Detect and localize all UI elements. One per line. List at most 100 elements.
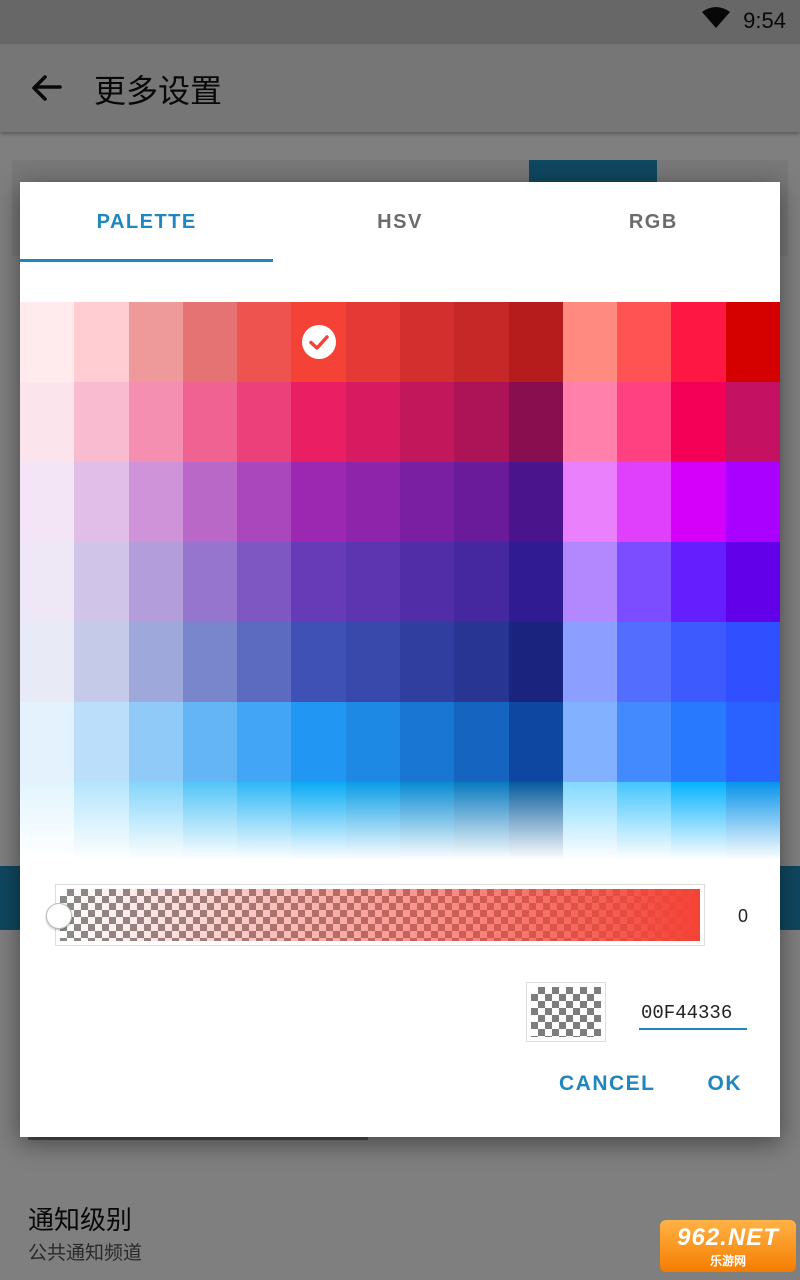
color-swatch[interactable] <box>345 462 400 542</box>
color-swatch[interactable] <box>128 702 183 782</box>
color-swatch[interactable] <box>74 782 129 860</box>
color-swatch[interactable] <box>617 702 672 782</box>
color-swatch[interactable] <box>725 302 780 382</box>
color-swatch[interactable] <box>182 622 238 702</box>
color-swatch[interactable] <box>399 462 455 542</box>
color-swatch[interactable] <box>20 702 75 782</box>
color-swatch[interactable] <box>291 462 346 542</box>
color-swatch[interactable] <box>725 782 780 860</box>
color-swatch[interactable] <box>291 302 346 382</box>
cancel-button[interactable]: CANCEL <box>559 1072 656 1096</box>
color-swatch[interactable] <box>128 382 183 462</box>
color-swatch[interactable] <box>671 462 726 542</box>
color-swatch[interactable] <box>508 302 563 382</box>
color-swatch[interactable] <box>291 702 346 782</box>
hex-input[interactable] <box>639 998 747 1030</box>
color-swatch[interactable] <box>128 542 183 622</box>
color-swatch[interactable] <box>617 622 672 702</box>
color-swatch[interactable] <box>20 462 75 542</box>
color-swatch[interactable] <box>74 302 129 382</box>
color-swatch[interactable] <box>454 462 509 542</box>
color-swatch[interactable] <box>617 462 672 542</box>
color-swatch[interactable] <box>128 302 183 382</box>
tab-rgb[interactable]: RGB <box>527 182 780 262</box>
color-swatch[interactable] <box>237 542 292 622</box>
color-swatch[interactable] <box>562 302 618 382</box>
color-swatch[interactable] <box>291 622 346 702</box>
color-swatch[interactable] <box>345 622 400 702</box>
color-swatch[interactable] <box>671 782 726 860</box>
color-swatch[interactable] <box>562 382 618 462</box>
color-swatch[interactable] <box>345 782 400 860</box>
color-swatch[interactable] <box>617 382 672 462</box>
color-swatch[interactable] <box>237 702 292 782</box>
color-swatch[interactable] <box>508 542 563 622</box>
color-swatch[interactable] <box>454 622 509 702</box>
color-swatch[interactable] <box>399 382 455 462</box>
color-swatch[interactable] <box>237 622 292 702</box>
color-swatch[interactable] <box>454 782 509 860</box>
color-swatch[interactable] <box>20 382 75 462</box>
tab-palette[interactable]: PALETTE <box>20 182 273 262</box>
color-swatch[interactable] <box>399 542 455 622</box>
color-swatch[interactable] <box>725 462 780 542</box>
color-swatch[interactable] <box>562 542 618 622</box>
color-swatch[interactable] <box>20 622 75 702</box>
color-swatch[interactable] <box>345 542 400 622</box>
color-swatch[interactable] <box>128 462 183 542</box>
color-swatch[interactable] <box>671 542 726 622</box>
color-swatch[interactable] <box>617 302 672 382</box>
color-swatch[interactable] <box>508 622 563 702</box>
color-swatch[interactable] <box>345 302 400 382</box>
color-swatch[interactable] <box>508 462 563 542</box>
color-swatch[interactable] <box>345 382 400 462</box>
alpha-slider[interactable] <box>46 884 705 946</box>
color-swatch[interactable] <box>562 782 618 860</box>
color-swatch[interactable] <box>291 782 346 860</box>
color-swatch[interactable] <box>128 782 183 860</box>
color-swatch[interactable] <box>671 302 726 382</box>
color-swatch[interactable] <box>671 622 726 702</box>
color-swatch[interactable] <box>74 702 129 782</box>
color-swatch[interactable] <box>562 702 618 782</box>
color-swatch[interactable] <box>617 542 672 622</box>
color-swatch[interactable] <box>182 542 238 622</box>
color-swatch[interactable] <box>20 542 75 622</box>
color-swatch[interactable] <box>74 542 129 622</box>
color-swatch[interactable] <box>237 462 292 542</box>
color-swatch[interactable] <box>508 382 563 462</box>
color-swatch[interactable] <box>725 622 780 702</box>
color-swatch[interactable] <box>345 702 400 782</box>
color-swatch[interactable] <box>182 782 238 860</box>
color-swatch[interactable] <box>182 702 238 782</box>
color-swatch[interactable] <box>454 542 509 622</box>
color-swatch[interactable] <box>74 382 129 462</box>
ok-button[interactable]: OK <box>708 1072 743 1096</box>
color-swatch[interactable] <box>291 382 346 462</box>
color-swatch[interactable] <box>454 382 509 462</box>
color-swatch[interactable] <box>725 542 780 622</box>
color-swatch[interactable] <box>128 622 183 702</box>
color-swatch[interactable] <box>237 302 292 382</box>
color-swatch[interactable] <box>399 622 455 702</box>
color-swatch[interactable] <box>399 302 455 382</box>
color-swatch[interactable] <box>617 782 672 860</box>
color-swatch[interactable] <box>237 782 292 860</box>
color-swatch[interactable] <box>562 622 618 702</box>
color-swatch[interactable] <box>182 382 238 462</box>
color-swatch[interactable] <box>399 782 455 860</box>
color-swatch[interactable] <box>182 462 238 542</box>
color-swatch[interactable] <box>237 382 292 462</box>
color-swatch[interactable] <box>508 782 563 860</box>
color-swatch[interactable] <box>508 702 563 782</box>
color-swatch[interactable] <box>454 702 509 782</box>
color-swatch[interactable] <box>182 302 238 382</box>
color-swatch[interactable] <box>20 302 75 382</box>
alpha-slider-thumb[interactable] <box>46 903 72 929</box>
color-swatch[interactable] <box>399 702 455 782</box>
color-swatch[interactable] <box>74 622 129 702</box>
color-swatch[interactable] <box>291 542 346 622</box>
color-swatch[interactable] <box>671 382 726 462</box>
color-swatch[interactable] <box>562 462 618 542</box>
color-swatch[interactable] <box>74 462 129 542</box>
